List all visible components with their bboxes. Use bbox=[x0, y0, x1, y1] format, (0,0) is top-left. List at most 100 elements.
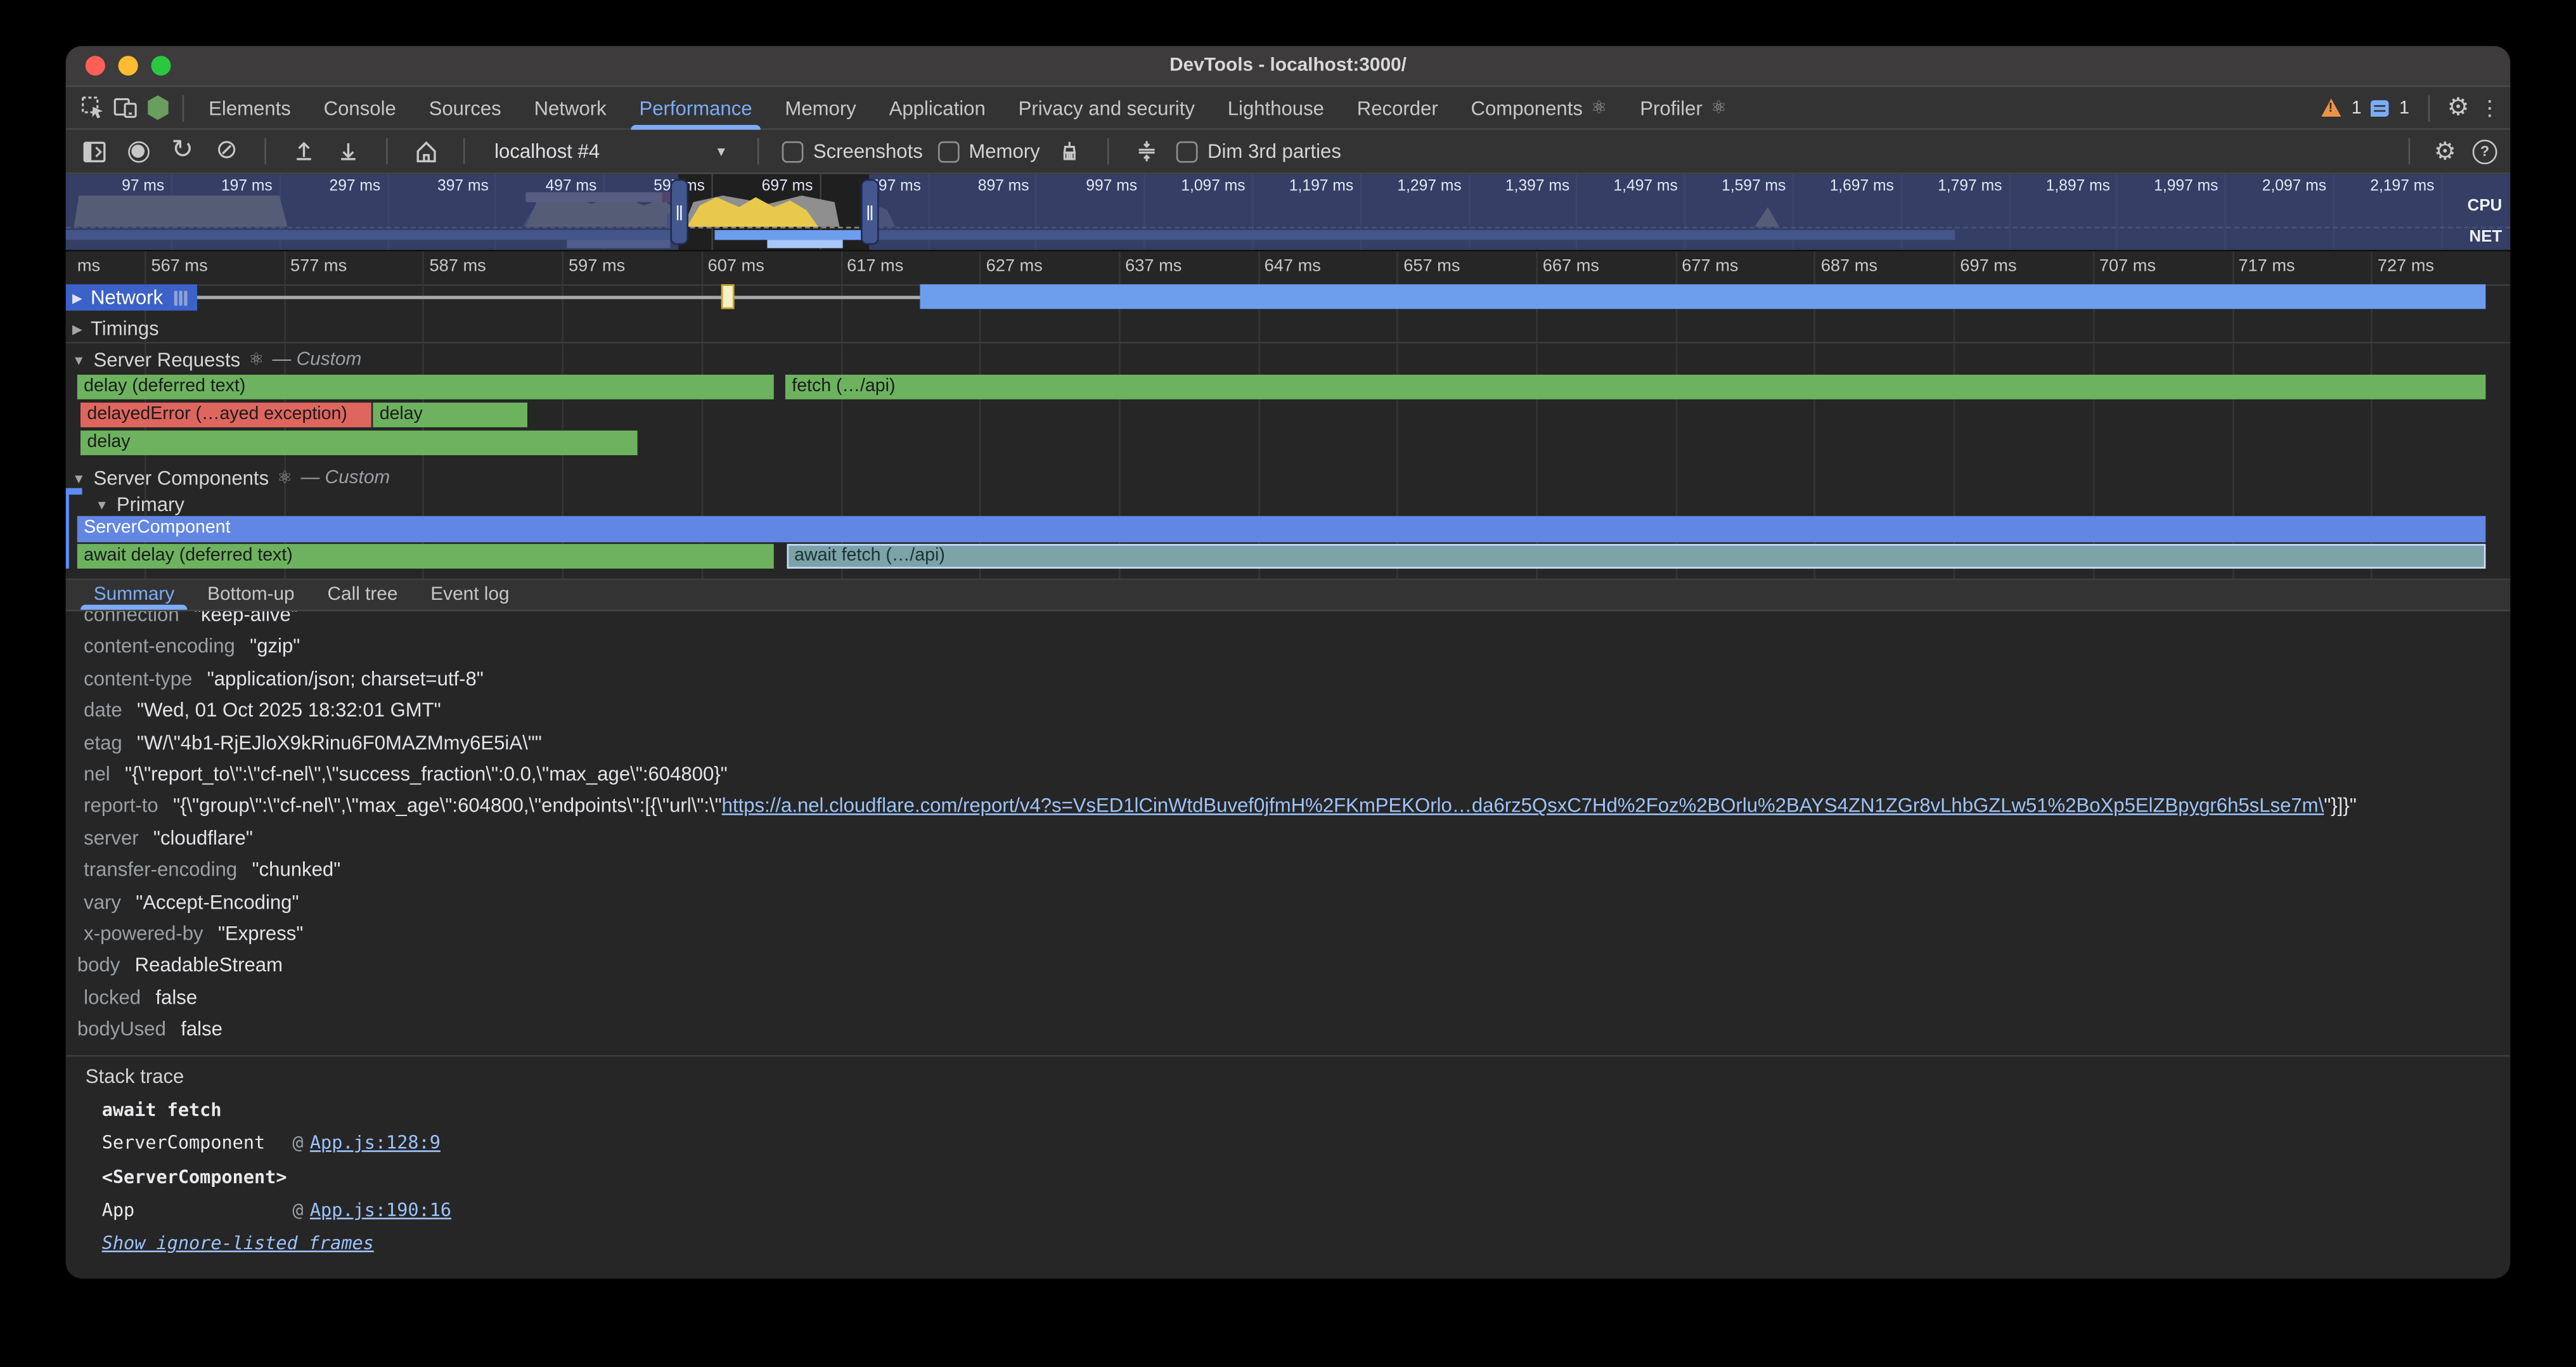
tab-summary[interactable]: Summary bbox=[77, 580, 191, 610]
flame-chart[interactable]: ms567 ms577 ms587 ms597 ms607 ms617 ms62… bbox=[66, 252, 2511, 579]
property-value: "W/\"4b1-RjEJloX9kRinu6F0MAZMmy6E5iA\"" bbox=[137, 730, 542, 753]
drag-handle-icon[interactable] bbox=[174, 290, 186, 304]
warning-icon[interactable] bbox=[2322, 99, 2341, 117]
timeline-overview[interactable]: 97 ms197 ms297 ms397 ms497 ms597 ms697 m… bbox=[66, 174, 2511, 252]
timeline-event-bar[interactable]: await fetch (…/api) bbox=[786, 543, 2485, 569]
disclosure-triangle-icon[interactable]: ▼ bbox=[72, 471, 86, 486]
property-key: connection bbox=[84, 611, 179, 626]
tab-label: Sources bbox=[429, 96, 501, 119]
timeline-event-bar[interactable]: await delay (deferred text) bbox=[77, 543, 774, 569]
disclosure-triangle-icon[interactable]: ▶ bbox=[72, 290, 82, 304]
home-icon[interactable] bbox=[411, 136, 441, 166]
selection-right-handle[interactable] bbox=[861, 179, 879, 245]
node-icon[interactable] bbox=[141, 91, 174, 124]
stack-frame-function: ServerComponent bbox=[102, 1132, 293, 1154]
overview-tick-label: 297 ms bbox=[330, 178, 387, 196]
property-value: "cloudflare" bbox=[153, 826, 253, 849]
desktop-background: DevTools - localhost:3000/ ElementsConso… bbox=[0, 0, 2576, 1367]
property-row: nel "{\"report_to\":\"cf-nel\",\"success_… bbox=[66, 759, 2511, 791]
track-server-requests-header[interactable]: ▼ Server Requests ⚛ — Custom bbox=[72, 348, 361, 371]
tab-call-tree[interactable]: Call tree bbox=[311, 580, 415, 610]
record-icon[interactable] bbox=[123, 136, 153, 166]
tab-sources[interactable]: Sources bbox=[413, 87, 518, 128]
property-value: "Wed, 01 Oct 2025 18:32:01 GMT" bbox=[137, 699, 441, 722]
track-timings-header[interactable]: ▶ Timings bbox=[72, 317, 159, 340]
disclosure-triangle-icon[interactable]: ▶ bbox=[72, 321, 82, 336]
tab-elements[interactable]: Elements bbox=[192, 87, 307, 128]
overview-tick-label: 1,597 ms bbox=[1722, 178, 1793, 196]
disclosure-triangle-icon[interactable]: ▼ bbox=[72, 353, 86, 367]
timeline-event-bar[interactable]: delayedError (…ayed exception) bbox=[80, 402, 370, 427]
kebab-menu-icon[interactable]: ⋮ bbox=[2479, 94, 2501, 120]
tab-recorder[interactable]: Recorder bbox=[1341, 87, 1455, 128]
issues-icon[interactable] bbox=[2371, 100, 2390, 116]
tab-components[interactable]: Components⚛ bbox=[1455, 87, 1624, 128]
ruler-tick-label: 617 ms bbox=[847, 256, 903, 276]
inspect-element-icon[interactable] bbox=[75, 91, 108, 124]
dim-3rd-parties-checkbox-item[interactable]: Dim 3rd parties bbox=[1176, 139, 1341, 162]
screenshots-checkbox-item[interactable]: Screenshots bbox=[782, 139, 923, 162]
ruler-tick-label: 637 ms bbox=[1125, 256, 1182, 276]
history-select[interactable]: localhost #4 ▼ bbox=[488, 139, 735, 162]
track-server-components-label: Server Components bbox=[94, 467, 269, 489]
cpu-lane-label: CPU bbox=[2468, 197, 2502, 216]
settings-gear-icon[interactable]: ⚙ bbox=[2447, 95, 2470, 120]
save-profile-icon[interactable] bbox=[333, 136, 363, 166]
stack-frame-async-label: await fetch bbox=[102, 1099, 222, 1121]
tab-console[interactable]: Console bbox=[307, 87, 413, 128]
stack-frame-link[interactable]: App.js:190:16 bbox=[310, 1200, 451, 1221]
dim-3rd-parties-checkbox[interactable] bbox=[1176, 141, 1198, 162]
divider bbox=[264, 138, 266, 164]
tab-privacy-and-security[interactable]: Privacy and security bbox=[1002, 87, 1211, 128]
overview-tick-label: 1,997 ms bbox=[2154, 178, 2225, 196]
track-network-header[interactable]: ▶ Network bbox=[66, 284, 196, 310]
stack-frame-link[interactable]: App.js:128:9 bbox=[310, 1132, 441, 1154]
show-ignore-listed-frames-link[interactable]: Show ignore-listed frames bbox=[102, 1233, 374, 1254]
panel-tabs: ElementsConsole Sources NetworkPerformance… bbox=[192, 87, 1743, 128]
timeline-event-bar[interactable]: ServerComponent bbox=[77, 516, 2486, 541]
property-key: transfer-encoding bbox=[84, 858, 237, 881]
tab-profiler[interactable]: Profiler⚛ bbox=[1623, 87, 1743, 128]
property-key: content-type bbox=[84, 667, 192, 690]
property-value: "gzip" bbox=[250, 635, 300, 658]
tab-performance[interactable]: Performance bbox=[623, 87, 769, 128]
disclosure-triangle-icon[interactable]: ▼ bbox=[95, 497, 108, 512]
help-icon[interactable]: ? bbox=[2473, 139, 2497, 164]
timeline-event-bar[interactable] bbox=[920, 284, 2485, 309]
tab-bottom-up[interactable]: Bottom-up bbox=[191, 580, 311, 610]
collapse-sections-icon[interactable] bbox=[1132, 136, 1162, 166]
track-primary-header[interactable]: ▼ Primary bbox=[95, 493, 184, 516]
report-to-url-link[interactable]: https://a.nel.cloudflare.com/report/v4?s… bbox=[722, 794, 2324, 817]
clear-icon[interactable]: ⊘ bbox=[212, 136, 242, 166]
dim-3rd-parties-label: Dim 3rd parties bbox=[1208, 139, 1341, 162]
memory-checkbox[interactable] bbox=[937, 141, 959, 162]
garbage-collect-icon[interactable] bbox=[1055, 136, 1085, 166]
screenshots-checkbox[interactable] bbox=[782, 141, 804, 162]
property-row: bodyReadableStream bbox=[66, 950, 2511, 982]
tab-lighthouse[interactable]: Lighthouse bbox=[1211, 87, 1341, 128]
capture-settings-gear-icon[interactable]: ⚙ bbox=[2434, 139, 2456, 164]
property-value: "{\"report_to\":\"cf-nel\",\"success_fra… bbox=[125, 762, 728, 785]
react-atom-icon: ⚛ bbox=[277, 469, 292, 488]
timeline-event-bar[interactable]: delay (deferred text) bbox=[77, 374, 774, 399]
tab-network[interactable]: Network bbox=[518, 87, 623, 128]
property-key: nel bbox=[84, 762, 110, 785]
overview-tick-label: 1,297 ms bbox=[1397, 178, 1468, 196]
reload-and-record-icon[interactable]: ↻ bbox=[167, 136, 197, 166]
ruler-tick-label: 647 ms bbox=[1265, 256, 1321, 276]
load-profile-icon[interactable] bbox=[289, 136, 319, 166]
toggle-device-toolbar-icon[interactable] bbox=[108, 91, 141, 124]
tab-event-log[interactable]: Event log bbox=[414, 580, 525, 610]
timeline-event-bar[interactable]: delay bbox=[80, 430, 638, 455]
selection-left-handle[interactable] bbox=[670, 179, 688, 245]
track-server-components-header[interactable]: ▼ Server Components ⚛ — Custom bbox=[72, 467, 390, 489]
memory-checkbox-item[interactable]: Memory bbox=[937, 139, 1040, 162]
tab-memory[interactable]: Memory bbox=[768, 87, 872, 128]
network-event-marker[interactable] bbox=[721, 284, 735, 309]
timeline-event-bar[interactable]: fetch (…/api) bbox=[785, 374, 2486, 399]
stack-frame-component-label: <ServerComponent> bbox=[102, 1167, 287, 1188]
property-row: transfer-encoding"chunked" bbox=[66, 855, 2511, 886]
tab-application[interactable]: Application bbox=[873, 87, 1002, 128]
toggle-sidebar-icon[interactable] bbox=[79, 136, 108, 166]
timeline-event-bar[interactable]: delay bbox=[373, 402, 526, 427]
